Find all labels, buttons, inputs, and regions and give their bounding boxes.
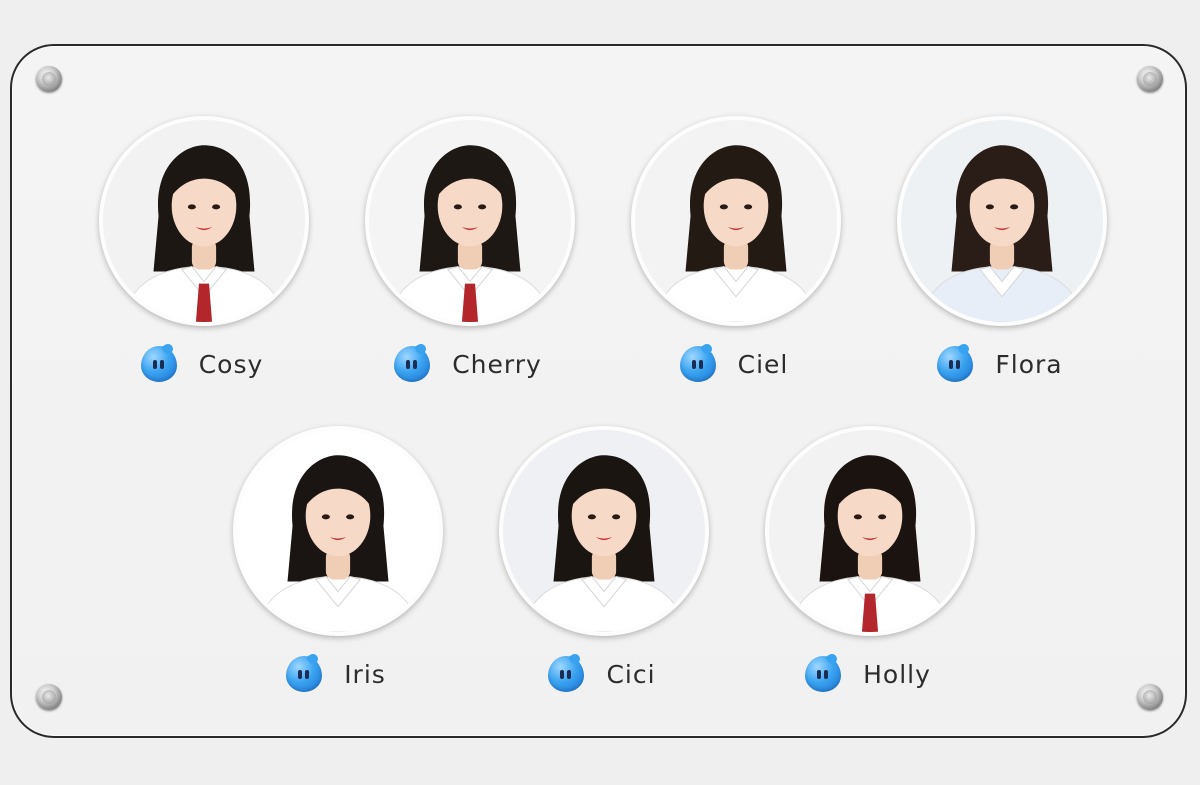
name-row: Iris <box>206 654 466 694</box>
avatar <box>765 426 975 636</box>
team-member-card[interactable]: Flora <box>870 116 1130 396</box>
portrait-illustration <box>237 430 439 632</box>
team-member-card[interactable]: Cherry <box>338 116 598 396</box>
team-member-card[interactable]: Cici <box>472 426 732 706</box>
screw-bottom-right-icon <box>1137 684 1163 710</box>
avatar <box>99 116 309 326</box>
avatar <box>233 426 443 636</box>
blue-droplet-icon <box>805 656 842 692</box>
team-member-card[interactable]: Iris <box>206 426 466 706</box>
name-row: Flora <box>870 344 1130 384</box>
portrait-illustration <box>503 430 705 632</box>
screw-bottom-left-icon <box>36 684 62 710</box>
screw-top-right-icon <box>1137 66 1163 92</box>
screw-top-left-icon <box>36 66 62 92</box>
name-row: Cici <box>472 654 732 694</box>
avatar <box>365 116 575 326</box>
member-name: Cherry <box>452 349 542 379</box>
member-name: Ciel <box>737 349 789 379</box>
team-member-card[interactable]: Ciel <box>604 116 864 396</box>
blue-droplet-icon <box>937 346 974 382</box>
name-row: Ciel <box>604 344 864 384</box>
name-row: Holly <box>738 654 998 694</box>
member-name: Cosy <box>198 349 264 379</box>
member-name: Holly <box>863 659 931 689</box>
name-row: Cosy <box>72 344 332 384</box>
member-name: Iris <box>344 659 386 689</box>
blue-droplet-icon <box>679 346 716 382</box>
name-row: Cherry <box>338 344 598 384</box>
team-member-card[interactable]: Cosy <box>72 116 332 396</box>
blue-droplet-icon <box>548 656 585 692</box>
avatar <box>631 116 841 326</box>
blue-droplet-icon <box>140 346 177 382</box>
portrait-illustration <box>369 120 571 322</box>
avatar <box>897 116 1107 326</box>
member-name: Flora <box>995 349 1063 379</box>
blue-droplet-icon <box>394 346 431 382</box>
portrait-illustration <box>635 120 837 322</box>
team-member-card[interactable]: Holly <box>738 426 998 706</box>
portrait-illustration <box>103 120 305 322</box>
blue-droplet-icon <box>286 656 323 692</box>
portrait-illustration <box>901 120 1103 322</box>
member-name: Cici <box>606 659 656 689</box>
portrait-illustration <box>769 430 971 632</box>
avatar <box>499 426 709 636</box>
